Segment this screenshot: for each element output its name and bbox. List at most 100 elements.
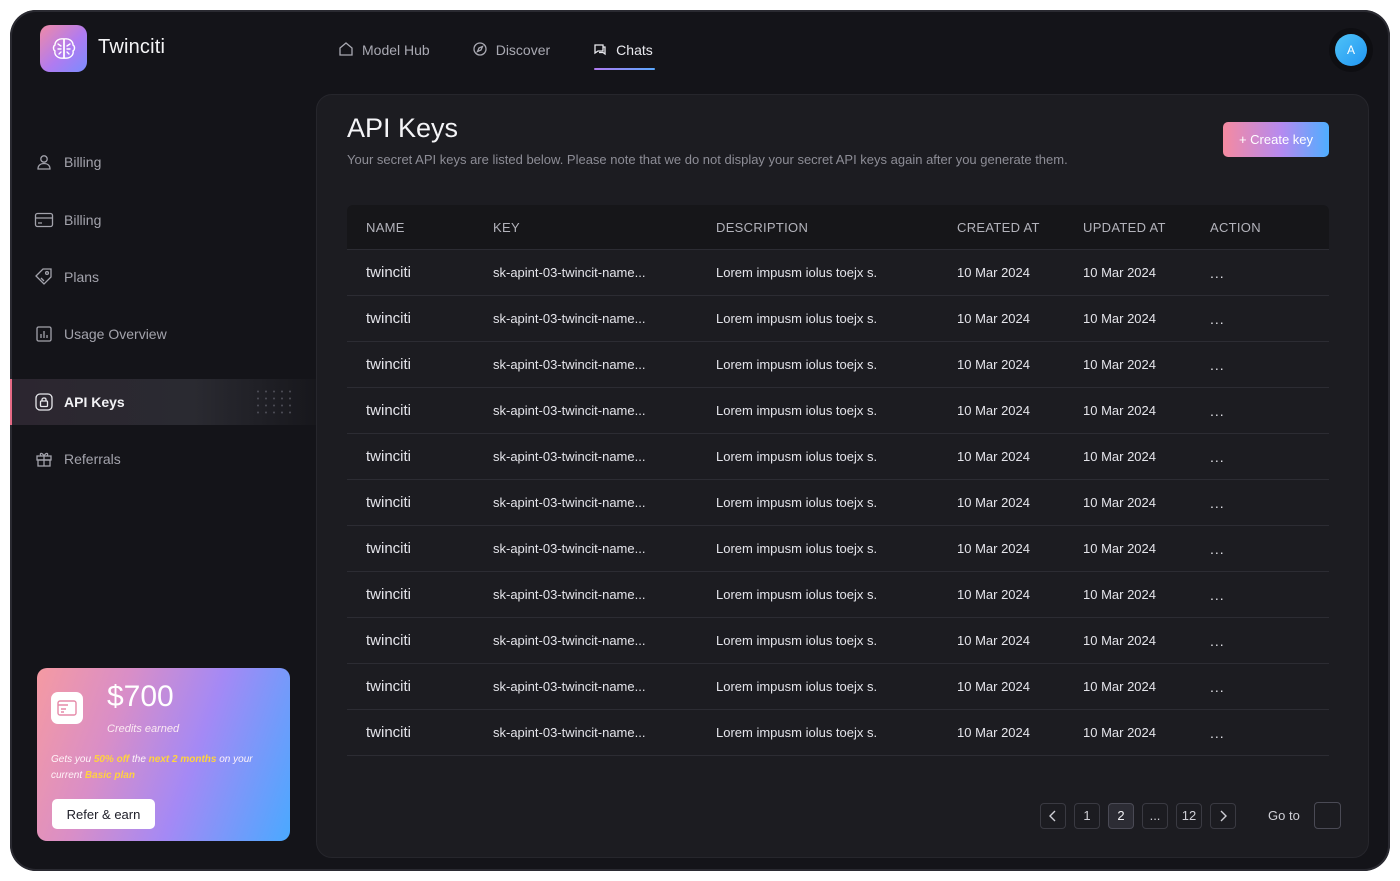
promo-highlight: Basic plan — [84, 770, 135, 781]
sidebar-item-referrals[interactable]: Referrals — [10, 436, 316, 482]
row-action-menu-button[interactable]: ... — [1210, 311, 1310, 327]
user-icon — [34, 152, 54, 172]
row-action-menu-button[interactable]: ... — [1210, 403, 1310, 419]
goto-page-input[interactable] — [1313, 802, 1341, 829]
cell-created-at: 10 Mar 2024 — [957, 403, 1030, 418]
row-action-menu-button[interactable]: ... — [1210, 679, 1310, 695]
cell-key: sk-apint-03-twincit-name... — [493, 679, 646, 694]
cell-updated-at: 10 Mar 2024 — [1083, 265, 1156, 280]
table-row[interactable]: twinciti sk-apint-03-twincit-name... Lorem… — [347, 387, 1329, 433]
table-row[interactable]: twinciti sk-apint-03-twincit-name... Lorem… — [347, 479, 1329, 525]
row-action-menu-button[interactable]: ... — [1210, 725, 1310, 741]
row-action-menu-button[interactable]: ... — [1210, 449, 1310, 465]
row-action-menu-button[interactable]: ... — [1210, 357, 1310, 373]
wallet-icon — [51, 692, 83, 724]
cell-created-at: 10 Mar 2024 — [957, 541, 1030, 556]
cell-name: twinciti — [366, 586, 412, 603]
column-header-key[interactable]: KEY — [493, 220, 716, 235]
refer-and-earn-button[interactable]: Refer & earn — [52, 799, 155, 829]
cell-description: Lorem impusm iolus toejx s. — [716, 587, 878, 602]
column-header-updated[interactable]: UPDATED AT — [1083, 220, 1210, 235]
pagination: 1 2 ... 12 Go to — [1040, 802, 1341, 829]
avatar[interactable]: A — [1335, 34, 1367, 66]
sidebar-item-billing[interactable]: Billing — [10, 197, 316, 243]
user-menu[interactable]: A — [1329, 28, 1373, 72]
cell-name: twinciti — [366, 678, 412, 695]
sidebar-item-usage-overview[interactable]: Usage Overview — [10, 311, 316, 357]
page-button-12[interactable]: 12 — [1176, 802, 1202, 829]
decorative-dot-pattern — [254, 388, 294, 416]
table-row[interactable]: twinciti sk-apint-03-twincit-name... Lorem… — [347, 571, 1329, 617]
cell-key: sk-apint-03-twincit-name... — [493, 357, 646, 372]
row-action-menu-button[interactable]: ... — [1210, 265, 1310, 281]
page-title: API Keys — [347, 113, 459, 143]
row-action-menu-button[interactable]: ... — [1210, 541, 1310, 557]
page-button-2[interactable]: 2 — [1108, 802, 1134, 829]
tag-icon — [34, 267, 54, 287]
row-action-menu-button[interactable]: ... — [1210, 633, 1310, 649]
cell-created-at: 10 Mar 2024 — [957, 587, 1030, 602]
sidebar-item-label: Referrals — [64, 451, 121, 467]
cell-created-at: 10 Mar 2024 — [957, 725, 1030, 740]
credit-card-icon — [34, 210, 54, 230]
column-header-name[interactable]: NAME — [347, 220, 493, 235]
cell-updated-at: 10 Mar 2024 — [1083, 403, 1156, 418]
table-row[interactable]: twinciti sk-apint-03-twincit-name... Lorem… — [347, 341, 1329, 387]
cell-updated-at: 10 Mar 2024 — [1083, 357, 1156, 372]
table-header: NAME KEY DESCRIPTION CREATED AT UPDATED … — [347, 205, 1329, 249]
page-ellipsis[interactable]: ... — [1142, 802, 1168, 829]
page-subtitle: Your secret API keys are listed below. P… — [347, 152, 1068, 167]
table-row[interactable]: twinciti sk-apint-03-twincit-name... Lorem… — [347, 617, 1329, 663]
cell-created-at: 10 Mar 2024 — [957, 495, 1030, 510]
chat-icon — [592, 41, 608, 60]
nav-discover[interactable]: Discover — [472, 38, 550, 62]
compass-icon — [472, 41, 488, 60]
promo-text: Gets you — [51, 754, 94, 765]
page-button-1[interactable]: 1 — [1074, 802, 1100, 829]
cell-created-at: 10 Mar 2024 — [957, 633, 1030, 648]
chevron-right-icon — [1220, 810, 1227, 821]
sidebar-item-label: Plans — [64, 269, 100, 285]
cell-key: sk-apint-03-twincit-name... — [493, 311, 646, 326]
sidebar-item-label: Billing — [64, 212, 102, 228]
main-panel: API Keys Your secret API keys are listed… — [316, 94, 1369, 858]
cell-name: twinciti — [366, 540, 412, 557]
cell-key: sk-apint-03-twincit-name... — [493, 265, 646, 280]
column-header-created[interactable]: CREATED AT — [957, 220, 1083, 235]
brain-logo-icon[interactable] — [40, 25, 87, 72]
table-row[interactable]: twinciti sk-apint-03-twincit-name... Lorem… — [347, 663, 1329, 709]
bar-chart-icon — [34, 324, 54, 344]
next-page-button[interactable] — [1210, 802, 1236, 829]
cell-key: sk-apint-03-twincit-name... — [493, 403, 646, 418]
cell-description: Lorem impusm iolus toejx s. — [716, 357, 878, 372]
cell-created-at: 10 Mar 2024 — [957, 311, 1030, 326]
sidebar-item-api-keys[interactable]: API Keys — [10, 379, 316, 425]
row-action-menu-button[interactable]: ... — [1210, 495, 1310, 511]
create-key-button[interactable]: + Create key — [1223, 122, 1329, 157]
table-row[interactable]: twinciti sk-apint-03-twincit-name... Lorem… — [347, 433, 1329, 479]
promo-highlight: 50% off — [93, 754, 130, 765]
nav-model-hub-label: Model Hub — [362, 42, 430, 58]
cell-updated-at: 10 Mar 2024 — [1083, 633, 1156, 648]
sidebar-item-plans[interactable]: Plans — [10, 254, 316, 300]
table-row[interactable]: twinciti sk-apint-03-twincit-name... Lorem… — [347, 249, 1329, 295]
nav-model-hub[interactable]: Model Hub — [338, 38, 430, 62]
credits-amount: $700 — [107, 680, 174, 713]
app-title: Twinciti — [98, 36, 166, 58]
cell-created-at: 10 Mar 2024 — [957, 265, 1030, 280]
promo-text: the — [129, 754, 149, 765]
cell-description: Lorem impusm iolus toejx s. — [716, 265, 878, 280]
sidebar-item-billing-profile[interactable]: Billing — [10, 139, 316, 185]
nav-chats[interactable]: Chats — [592, 38, 655, 70]
table-row[interactable]: twinciti sk-apint-03-twincit-name... Lorem… — [347, 295, 1329, 341]
top-navigation: Model Hub Discover Chats — [338, 38, 695, 70]
column-header-description[interactable]: DESCRIPTION — [716, 220, 957, 235]
table-row[interactable]: twinciti sk-apint-03-twincit-name... Lorem… — [347, 709, 1329, 756]
nav-chats-label: Chats — [616, 42, 653, 58]
cell-updated-at: 10 Mar 2024 — [1083, 587, 1156, 602]
prev-page-button[interactable] — [1040, 802, 1066, 829]
cell-key: sk-apint-03-twincit-name... — [493, 725, 646, 740]
row-action-menu-button[interactable]: ... — [1210, 587, 1310, 603]
table-row[interactable]: twinciti sk-apint-03-twincit-name... Lorem… — [347, 525, 1329, 571]
app-window: Twinciti Model Hub Discover Chats A Bill… — [10, 10, 1390, 871]
